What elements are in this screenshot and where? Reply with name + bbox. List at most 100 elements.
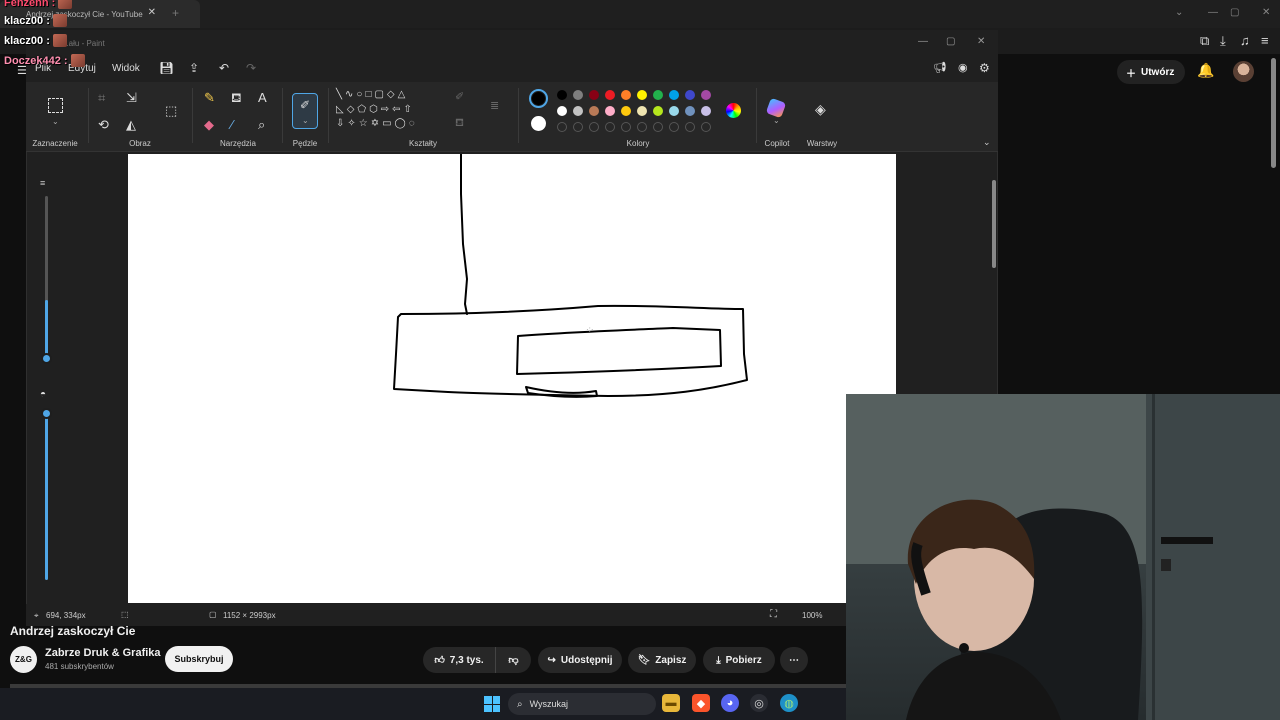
new-tab-button[interactable]: +	[172, 6, 179, 20]
color-swatch[interactable]	[589, 106, 599, 116]
color-swatch[interactable]	[669, 106, 679, 116]
color-swatch[interactable]	[701, 90, 711, 100]
custom-color-slot[interactable]	[653, 122, 663, 132]
color-swatch[interactable]	[669, 90, 679, 100]
color-swatch[interactable]	[557, 106, 567, 116]
menu-view[interactable]: Widok	[112, 63, 140, 74]
redo-icon[interactable]: ↷	[246, 61, 256, 75]
more-actions-button[interactable]: ⋯	[780, 647, 808, 673]
fill-icon[interactable]: ⛾	[455, 117, 464, 131]
chevron-down-icon[interactable]: ⌄	[1175, 7, 1183, 18]
primary-color[interactable]	[529, 89, 548, 108]
file-explorer-icon[interactable]: ▬	[662, 694, 680, 712]
color-swatch[interactable]	[605, 106, 615, 116]
channel-avatar[interactable]: Z&G	[10, 646, 37, 673]
share-icon[interactable]: ⇪	[189, 61, 199, 75]
pencil-icon[interactable]: ✎	[204, 90, 215, 106]
color-swatch[interactable]	[685, 106, 695, 116]
layers-icon[interactable]: ◈	[815, 101, 826, 118]
custom-color-slot[interactable]	[557, 122, 567, 132]
color-swatch[interactable]	[685, 90, 695, 100]
brush-size-thumb[interactable]	[41, 353, 52, 364]
media-icon[interactable]: ♫	[1240, 33, 1250, 48]
settings-gear-icon[interactable]: ⚙	[979, 61, 990, 75]
custom-color-slot[interactable]	[589, 122, 599, 132]
page-scrollbar[interactable]	[1271, 58, 1276, 168]
zoom-level[interactable]: 100%	[802, 611, 822, 620]
minimize-icon[interactable]: —	[918, 36, 928, 47]
subscribe-button[interactable]: Subskrybuj	[165, 646, 233, 672]
tab-close-icon[interactable]: ✕	[148, 7, 156, 18]
color-swatch[interactable]	[621, 106, 631, 116]
brave-browser-icon[interactable]: ◆	[692, 694, 710, 712]
color-swatch[interactable]	[637, 90, 647, 100]
opacity-slider[interactable]	[45, 412, 48, 580]
windows-start-icon[interactable]	[484, 696, 500, 712]
outline-icon[interactable]: ✐	[455, 90, 464, 103]
fit-to-window-icon[interactable]: ⛶	[770, 609, 777, 620]
download-icon[interactable]: ⤓	[1220, 33, 1226, 49]
menu-icon[interactable]: ≡	[1261, 33, 1269, 48]
custom-color-slot[interactable]	[685, 122, 695, 132]
color-swatch[interactable]	[621, 90, 631, 100]
color-swatch[interactable]	[653, 90, 663, 100]
save-icon[interactable]: 💾︎	[159, 61, 174, 75]
crop-icon[interactable]: ⌗	[98, 90, 105, 106]
secondary-color[interactable]	[531, 116, 546, 131]
canvas-scrollbar[interactable]	[992, 180, 996, 268]
color-picker-icon[interactable]: ⁄	[231, 117, 233, 132]
globe-app-icon[interactable]: ◍	[780, 694, 798, 712]
rotate-icon[interactable]: ⟲	[98, 117, 109, 133]
custom-color-slot[interactable]	[701, 122, 711, 132]
color-swatch[interactable]	[637, 106, 647, 116]
create-button[interactable]: ＋ Utwórz	[1117, 60, 1185, 84]
color-swatch[interactable]	[653, 106, 663, 116]
line-width-icon[interactable]: ≣	[490, 99, 499, 112]
custom-color-slot[interactable]	[669, 122, 679, 132]
account-icon[interactable]: ◉	[958, 61, 968, 74]
text-tool-icon[interactable]: A	[258, 90, 267, 105]
discord-icon[interactable]: ◕	[721, 694, 739, 712]
paint-canvas[interactable]: ·:·	[128, 153, 896, 603]
share-button[interactable]: ↪ Udostępnij	[538, 647, 622, 673]
eraser-icon[interactable]: ◆	[204, 117, 214, 133]
color-swatch[interactable]	[701, 106, 711, 116]
obs-icon[interactable]: ◎	[750, 694, 768, 712]
chevron-down-icon[interactable]: ⌄	[983, 137, 991, 148]
custom-color-slot[interactable]	[605, 122, 615, 132]
announce-icon[interactable]: 📢︎	[933, 61, 947, 74]
custom-color-slot[interactable]	[621, 122, 631, 132]
custom-color-slot[interactable]	[637, 122, 647, 132]
resize-icon[interactable]: ⇲	[126, 90, 137, 106]
like-button[interactable]: 👍︎ 7,3 tys.	[423, 647, 495, 673]
custom-color-slot[interactable]	[573, 122, 583, 132]
user-avatar[interactable]	[1233, 61, 1254, 82]
magnifier-icon[interactable]: ⌕	[258, 117, 265, 133]
color-swatch[interactable]	[605, 90, 615, 100]
color-swatch[interactable]	[573, 106, 583, 116]
close-window-icon[interactable]: ✕	[1262, 7, 1270, 18]
image-select-icon[interactable]: ⬚	[165, 103, 177, 119]
brushes-button[interactable]: ✐ ⌄	[292, 93, 318, 129]
edit-colors-icon[interactable]	[726, 103, 741, 118]
opacity-thumb[interactable]	[41, 408, 52, 419]
color-swatch[interactable]	[589, 90, 599, 100]
fill-bucket-icon[interactable]: ⛾	[231, 90, 242, 108]
chevron-down-icon[interactable]: ⌄	[773, 116, 780, 125]
download-button[interactable]: ⤓ Pobierz	[703, 647, 775, 673]
extensions-icon[interactable]: ⧉	[1200, 33, 1209, 49]
selection-icon[interactable]	[48, 98, 63, 113]
taskbar-search[interactable]: ⌕ Wyszukaj	[508, 693, 656, 715]
flip-icon[interactable]: ◭	[126, 117, 136, 133]
minimize-icon[interactable]: —	[1208, 7, 1218, 18]
chevron-down-icon[interactable]: ⌄	[52, 117, 59, 126]
shapes-gallery[interactable]: ╲∿○□▢◇△ ◺◇⬠⬡⇨⇦⇧ ⇩✧☆✡▭◯◌	[336, 88, 440, 136]
dislike-button[interactable]: 👎︎	[495, 647, 531, 673]
color-swatch[interactable]	[573, 90, 583, 100]
save-button[interactable]: 🔖︎ Zapisz	[628, 647, 696, 673]
maximize-icon[interactable]: ▢	[1230, 7, 1239, 18]
maximize-icon[interactable]: ▢	[946, 36, 955, 47]
notifications-bell-icon[interactable]: 🔔	[1197, 62, 1214, 79]
color-swatch[interactable]	[557, 90, 567, 100]
close-icon[interactable]: ✕	[977, 36, 985, 47]
